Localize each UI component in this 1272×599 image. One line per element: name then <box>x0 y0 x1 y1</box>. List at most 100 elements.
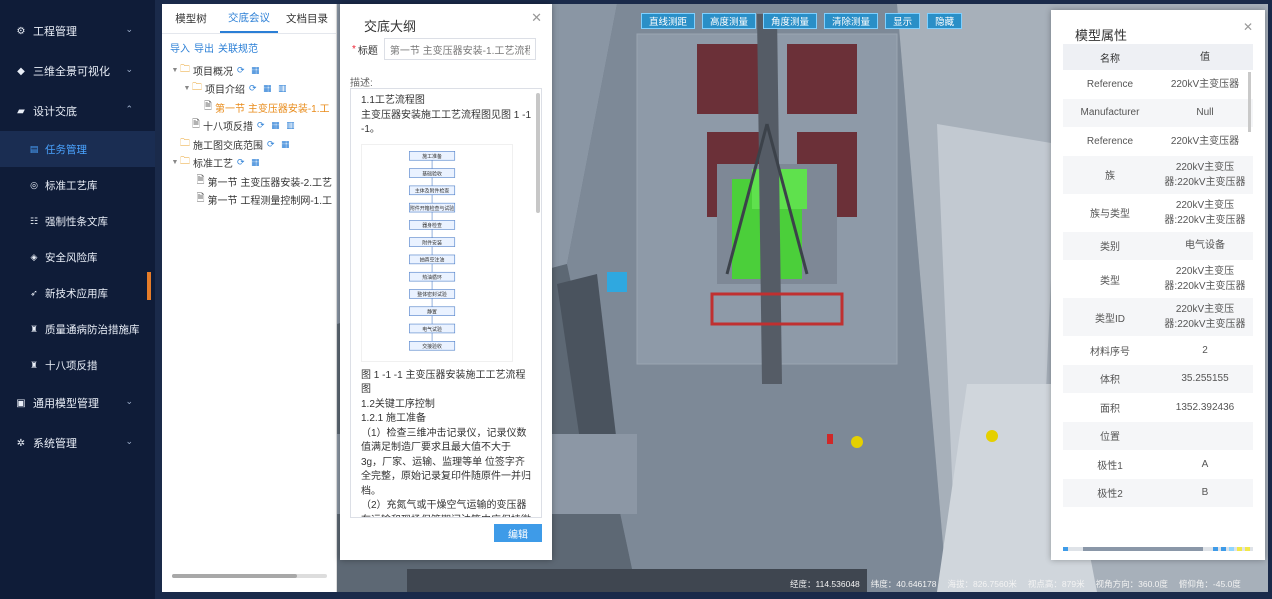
nav-task-management[interactable]: ▤ 任务管理 <box>0 131 155 167</box>
property-value: 220kV主变压器 <box>1170 78 1240 90</box>
table-row: 极性1 A <box>1063 450 1253 479</box>
flowchart-step-label: 器身检查 <box>422 222 442 229</box>
description-content[interactable]: 1.1工艺流程图 主变压器安装施工工艺流程图见图 1 -1 -1。 施工准备 基础… <box>350 88 542 518</box>
tree-node[interactable]: ▼ 🗀 项目介绍 ⟳ ▦ ▥ <box>162 80 336 99</box>
altitude-readout: 海拔：826.7560米 <box>947 579 1017 589</box>
edit-button[interactable]: 编辑 <box>494 524 542 542</box>
properties-table: 名称 值 Reference 220kV主变压器 Manufacturer Null R… <box>1063 44 1253 507</box>
scrollbar-thumb[interactable] <box>1083 547 1203 551</box>
nav-label: 安全风险库 <box>45 251 98 264</box>
node-action-icons[interactable]: ⟳ ▦ <box>267 139 292 150</box>
desc-line: 1.2.1 施工准备 <box>361 413 427 424</box>
angle-measure-button[interactable]: 角度测量 <box>763 13 818 29</box>
sidebar-resize-handle[interactable] <box>147 272 151 300</box>
nav-label: 工程管理 <box>33 26 77 38</box>
link-standards-link[interactable]: 关联规范 <box>218 44 258 55</box>
property-value: 220kV主变压器 <box>1170 135 1240 147</box>
description-scrollbar[interactable] <box>536 93 540 213</box>
property-name: Manufacturer <box>1080 107 1140 119</box>
nav-design-disclosure[interactable]: ▰ 设计交底 ⌃ <box>0 91 155 131</box>
table-row: 材料序号 2 <box>1063 336 1253 365</box>
project-icon: ⚙ <box>16 25 26 37</box>
close-icon[interactable]: ✕ <box>531 10 542 26</box>
nav-model-management[interactable]: ▣ 通用模型管理 ⌄ <box>0 383 155 423</box>
height-measure-button[interactable]: 高度测量 <box>702 13 757 29</box>
tree-horizontal-scrollbar[interactable] <box>172 574 327 578</box>
chevron-down-icon: ⌄ <box>125 64 133 74</box>
caret-down-icon[interactable]: ▼ <box>182 85 192 92</box>
tech-icon: ➶ <box>30 287 38 298</box>
property-name: 极性2 <box>1097 489 1123 501</box>
standard-icon: ◎ <box>30 179 38 190</box>
folder-icon: 🗀 <box>192 82 202 94</box>
nav-quality-prevention[interactable]: ♜ 质量通病防治措施库 <box>0 311 155 347</box>
panel-title: 模型属性 <box>1075 28 1128 43</box>
close-icon[interactable]: ✕ <box>1243 20 1253 34</box>
tree-node[interactable]: 🗎 第一节 工程测量控制网-1.工 <box>162 191 336 210</box>
tree-node[interactable]: ▼ 🗀 标准工艺 ⟳ ▦ <box>162 154 336 173</box>
nav-3d-visualization[interactable]: ◆ 三维全景可视化 ⌄ <box>0 51 155 91</box>
nav-label: 新技术应用库 <box>45 287 108 300</box>
nav-system-management[interactable]: ✲ 系统管理 ⌄ <box>0 423 155 463</box>
flowchart-step-label: 施工准备 <box>422 153 442 160</box>
flowchart-step-label: 整体密封试验 <box>417 291 447 298</box>
tree-node[interactable]: 🗎 第一节 主变压器安装-2.工艺 <box>162 172 336 191</box>
nav-standard-process[interactable]: ◎ 标准工艺库 <box>0 167 155 203</box>
desc-line: 主变压器安装施工工艺流程图见图 1 -1 -1。 <box>361 109 532 136</box>
node-action-icons[interactable]: ⟳ ▦ <box>237 65 262 76</box>
tree-node-label: 标准工艺 <box>193 159 233 171</box>
tree-node[interactable]: 🗎 第一节 主变压器安装-1.工 <box>162 98 336 117</box>
property-name: 族 <box>1105 171 1115 182</box>
nav-mandatory-rules[interactable]: ☷ 强制性条文库 <box>0 203 155 239</box>
flowchart-step-label: 抽真空注油 <box>420 256 445 263</box>
tab-model-tree[interactable]: 模型树 <box>162 4 220 33</box>
tree-node[interactable]: 🗀 施工图交底范围 ⟳ ▦ <box>162 135 336 154</box>
nav-eighteen-measures[interactable]: ♜ 十八项反措 <box>0 347 155 383</box>
property-name: Reference <box>1086 135 1134 147</box>
nav-label: 任务管理 <box>45 143 87 156</box>
node-action-icons[interactable]: ⟳ ▦ ▥ <box>257 120 297 131</box>
node-action-icons[interactable]: ⟳ ▦ <box>237 157 262 168</box>
import-link[interactable]: 导入 <box>170 44 190 55</box>
header-name: 名称 <box>1100 53 1120 65</box>
caret-down-icon[interactable]: ▼ <box>170 67 180 74</box>
nav-label: 系统管理 <box>33 438 77 450</box>
tab-disclosure-meeting[interactable]: 交底会议 <box>220 4 278 33</box>
caret-down-icon[interactable]: ▼ <box>170 159 180 166</box>
title-input[interactable] <box>383 38 536 60</box>
properties-scrollbar[interactable] <box>1248 72 1251 132</box>
export-link[interactable]: 导出 <box>194 44 214 55</box>
table-row: 类型ID 220kV主变压器:220kV主变压器 <box>1063 298 1253 336</box>
nav-label: 通用模型管理 <box>33 398 99 410</box>
show-button[interactable]: 显示 <box>885 13 921 29</box>
scroll-mark <box>1237 547 1242 551</box>
node-action-icons[interactable]: ⟳ ▦ ▥ <box>249 83 289 94</box>
pitch-readout: 俯仰角：-45.0度 <box>1178 579 1241 589</box>
property-name: 体积 <box>1100 375 1120 387</box>
tab-document-directory[interactable]: 文档目录 <box>278 4 336 33</box>
table-body: Reference 220kV主变压器 Manufacturer Null Refere… <box>1063 70 1253 507</box>
property-value: A <box>1201 458 1209 470</box>
tree-node[interactable]: ▼ 🗀 项目概况 ⟳ ▦ <box>162 61 336 80</box>
model-tree-panel: 模型树 交底会议 文档目录 导入 导出 关联规范 ▼ 🗀 项目概况 ⟳ ▦ ▼ 🗀 项目介绍 ⟳ … <box>162 4 337 592</box>
tree-node[interactable]: 🗎 十八项反措 ⟳ ▦ ▥ <box>162 117 336 136</box>
property-value: B <box>1201 487 1209 499</box>
outline-dialog: 交底大纲 ✕ * 标题 描述: 1.1工艺流程图 主变压器安装施工工艺流程图见图… <box>340 4 552 560</box>
nav-new-tech[interactable]: ➶ 新技术应用库 <box>0 275 155 311</box>
hide-button[interactable]: 隐藏 <box>927 13 963 29</box>
properties-horizontal-scrollbar[interactable] <box>1063 547 1253 551</box>
nav-label: 十八项反措 <box>45 359 98 372</box>
chevron-up-icon: ⌃ <box>125 104 133 114</box>
table-header: 名称 值 <box>1063 44 1253 70</box>
folder-icon: 🗀 <box>180 137 190 149</box>
view-direction-readout: 视角方向：360.0度 <box>1095 579 1168 589</box>
line-distance-button[interactable]: 直线测距 <box>641 13 696 29</box>
table-row: 位置 <box>1063 421 1253 450</box>
nav-project-management[interactable]: ⚙ 工程管理 ⌄ <box>0 11 155 51</box>
scrollbar-thumb[interactable] <box>172 574 297 578</box>
scroll-mark <box>1229 547 1234 551</box>
property-value: 220kV主变压器:220kV主变压器 <box>1164 161 1246 188</box>
nav-safety-risk[interactable]: ◈ 安全风险库 <box>0 239 155 275</box>
nav-label: 三维全景可视化 <box>33 66 110 78</box>
clear-measure-button[interactable]: 清除测量 <box>824 13 879 29</box>
